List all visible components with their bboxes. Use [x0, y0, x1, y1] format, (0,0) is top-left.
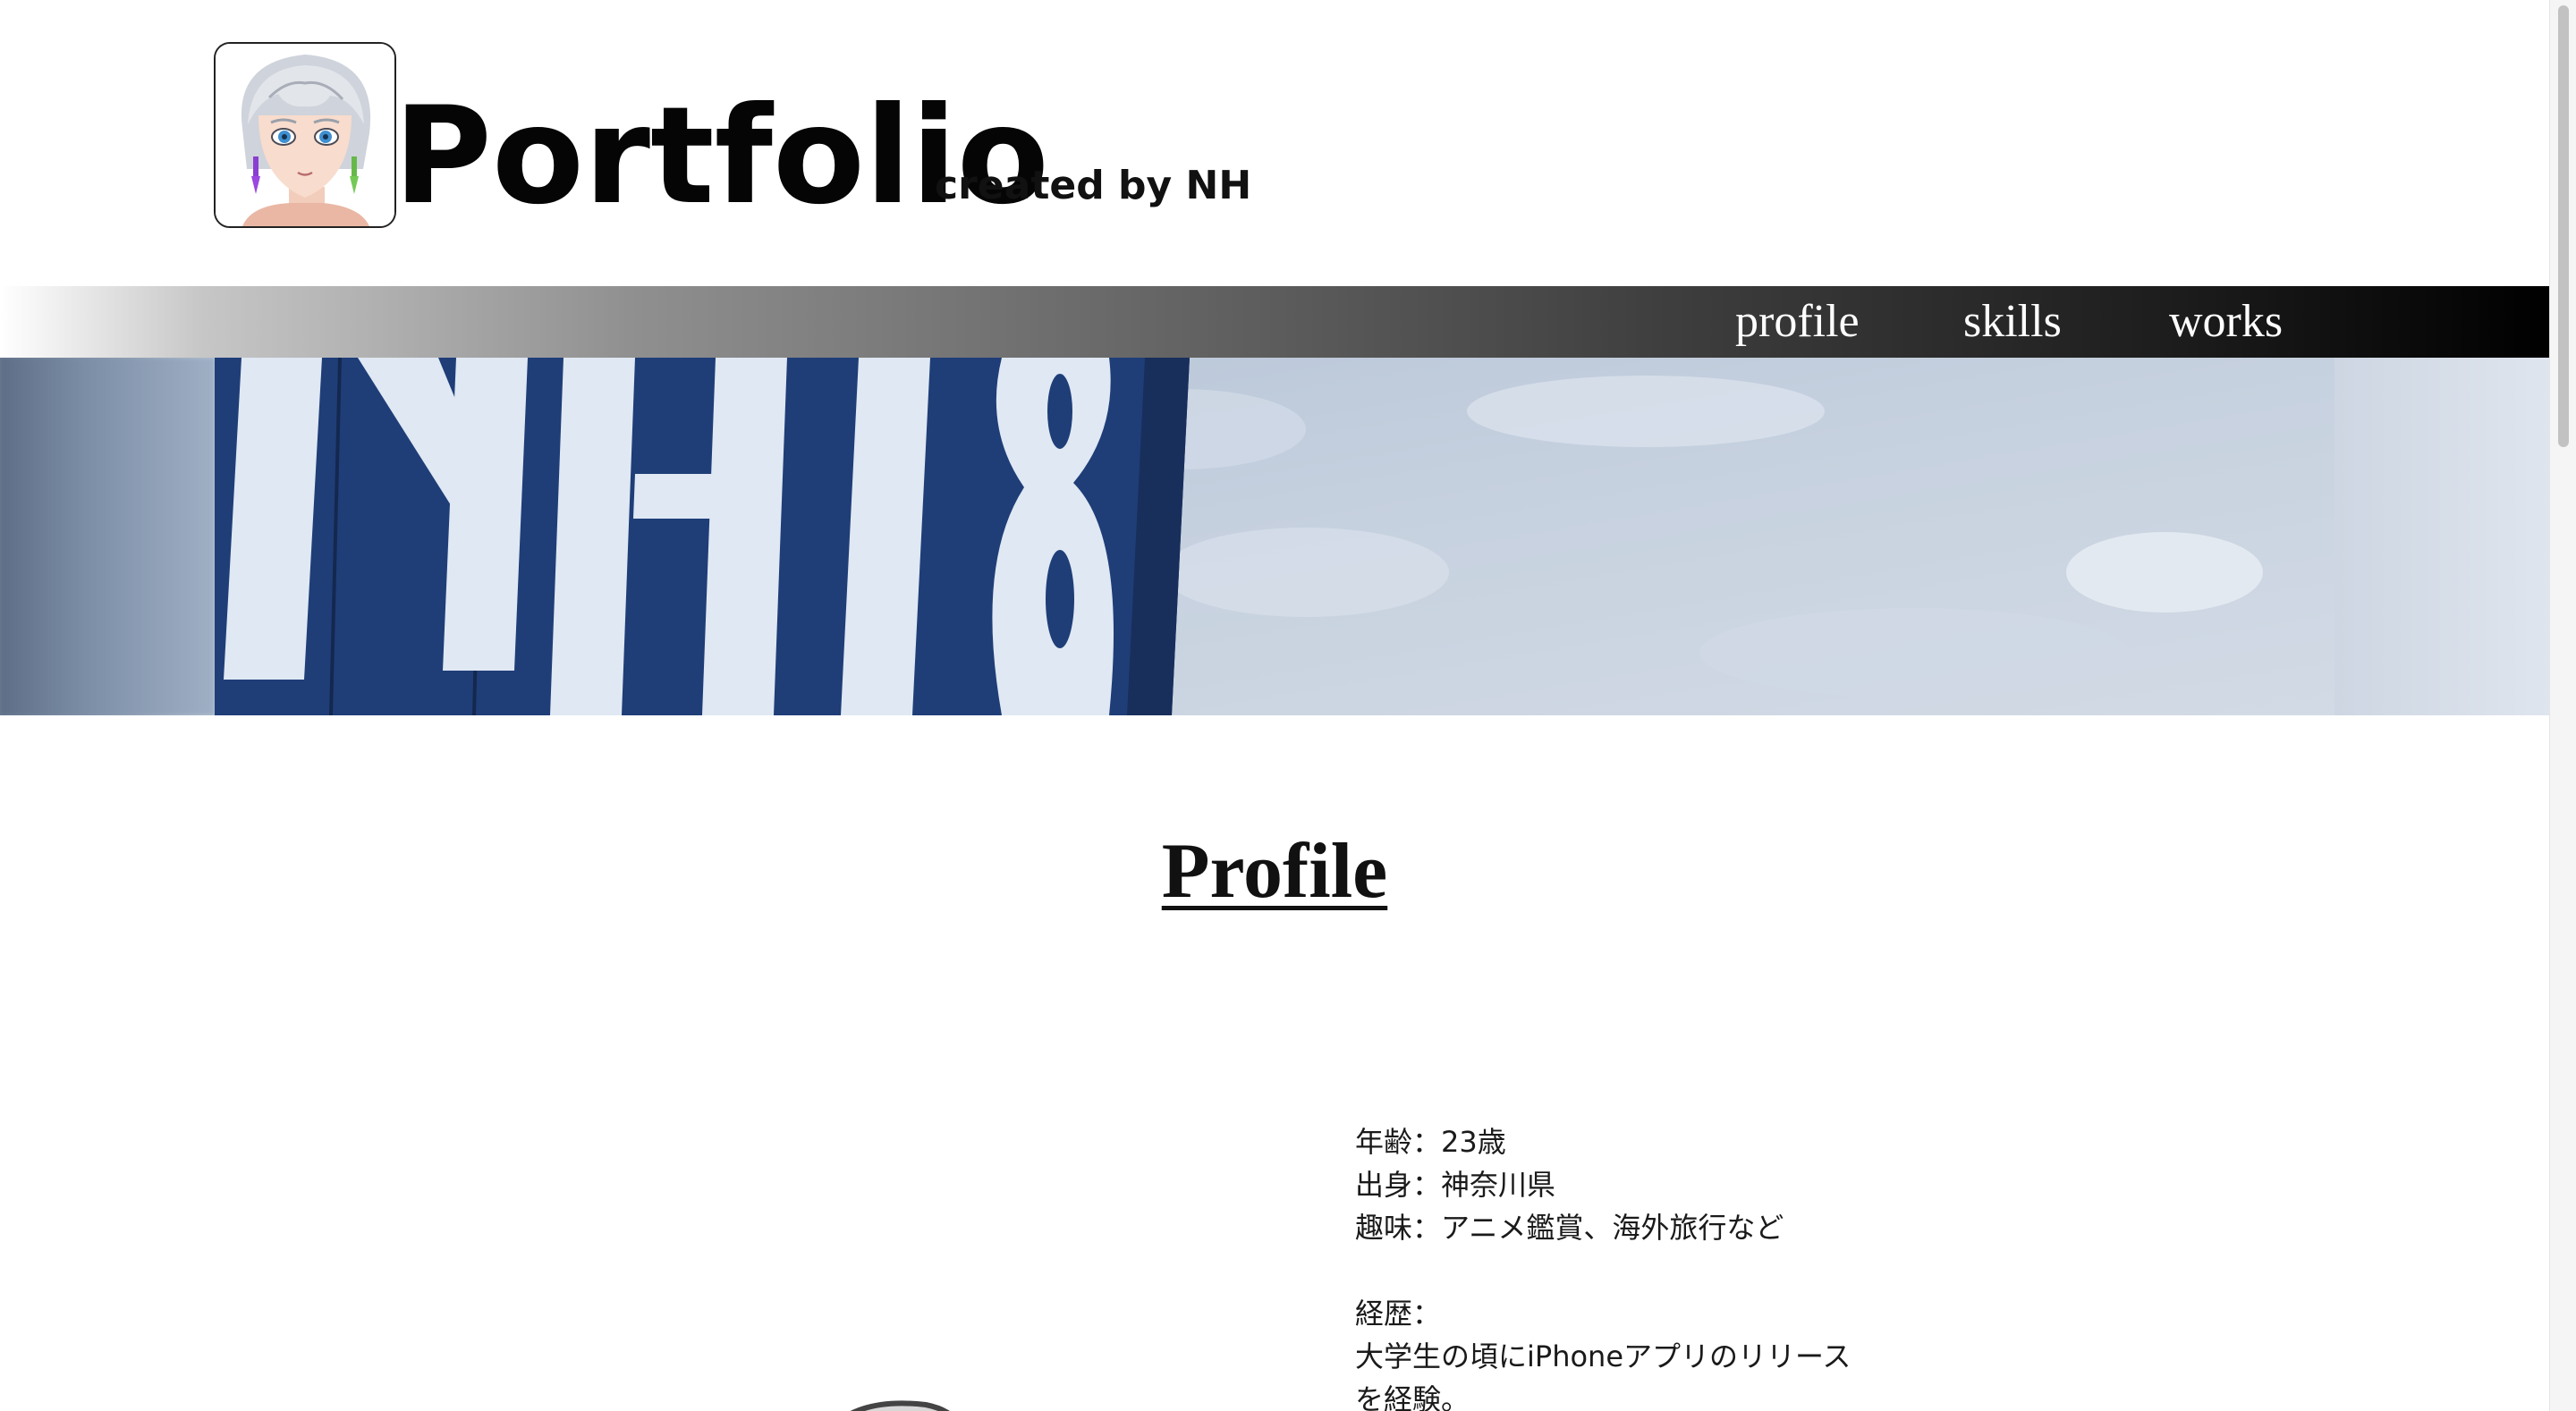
profile-hometown: 出身：神奈川県 — [1355, 1168, 1556, 1202]
site-subtitle: created by NH — [935, 163, 1252, 208]
profile-info: 年齢：23歳 出身：神奈川県 趣味：アニメ鑑賞、海外旅行など 経歴： 大学生の頃… — [1355, 1120, 1910, 1411]
site-header: Portfolio created by NH — [0, 0, 2549, 286]
avatar-icon[interactable] — [214, 42, 396, 228]
scrollbar-thumb[interactable] — [2558, 5, 2569, 447]
hero-blur-left — [0, 358, 215, 715]
profile-illustration — [827, 1390, 962, 1411]
profile-career-label: 経歴： — [1355, 1297, 1442, 1331]
nav-item-skills[interactable]: skills — [1963, 286, 2062, 358]
page-scrollbar[interactable] — [2549, 0, 2576, 1411]
nav-item-works[interactable]: works — [2169, 286, 2283, 358]
hero-banner — [0, 358, 2549, 715]
main-nav: profile skills works — [0, 286, 2549, 358]
profile-age: 年齢：23歳 — [1355, 1125, 1506, 1159]
nav-item-profile[interactable]: profile — [1735, 286, 1860, 358]
hero-photo — [215, 358, 2334, 715]
profile-hobbies: 趣味：アニメ鑑賞、海外旅行など — [1355, 1211, 1784, 1245]
profile-career-line1: 大学生の頃にiPhoneアプリのリリース — [1355, 1339, 1852, 1373]
hero-blur-right — [2334, 358, 2549, 715]
profile-career-line2: を経験。 — [1355, 1382, 1470, 1411]
profile-heading: Profile — [1161, 828, 1388, 915]
